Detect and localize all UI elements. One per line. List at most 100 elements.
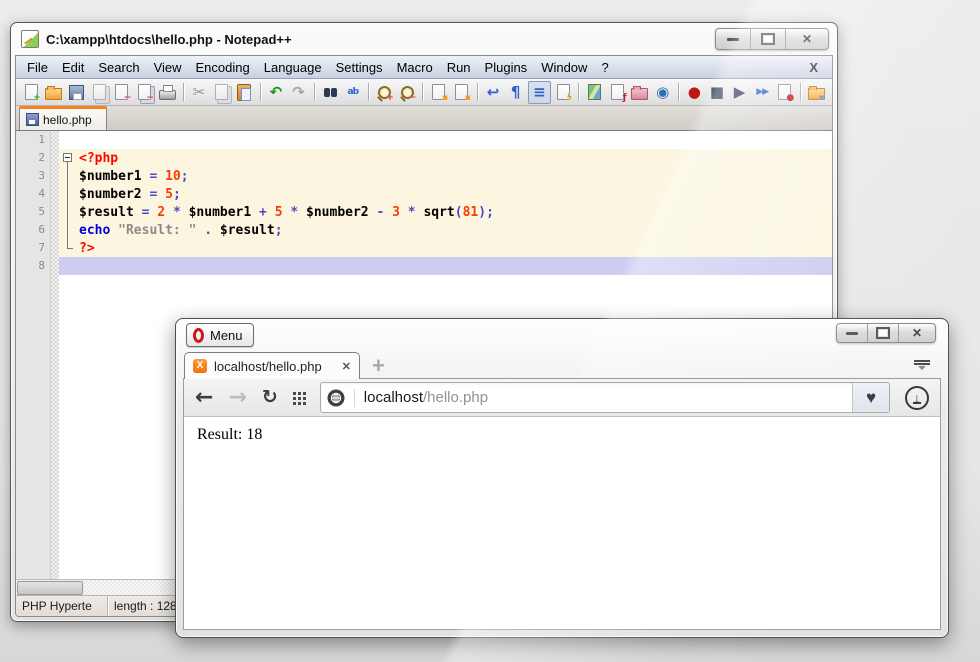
status-doc-type: PHP Hyperte — [16, 596, 108, 616]
paste-icon[interactable] — [234, 82, 255, 103]
desktop: C:\xampp\htdocs\hello.php - Notepad++ ✕ … — [0, 0, 980, 662]
back-button[interactable]: ← — [195, 387, 213, 409]
minimize-button[interactable] — [716, 29, 751, 49]
macro-save-icon[interactable]: ● — [775, 82, 796, 103]
address-bar[interactable]: localhost/hello.php ♥ — [320, 382, 890, 413]
redo-icon[interactable]: ↷ — [288, 82, 309, 103]
tab-menu-icon[interactable] — [913, 360, 931, 374]
menu-item-encoding[interactable]: Encoding — [189, 57, 257, 78]
minimize-button[interactable] — [837, 324, 868, 342]
folder-workspace-icon[interactable] — [630, 82, 651, 103]
code-line-8: 8 — [16, 257, 832, 275]
toolbar-separator — [183, 83, 184, 101]
opera-title-bar[interactable]: Menu ✕ — [176, 319, 948, 349]
new-tab-button[interactable]: + — [372, 357, 385, 375]
bookmark-cell[interactable] — [51, 203, 59, 221]
notepadpp-title-bar[interactable]: C:\xampp\htdocs\hello.php - Notepad++ ✕ — [11, 23, 837, 55]
fold-margin-cell — [59, 221, 77, 239]
sync-horizontal-scroll-icon[interactable]: ▪ — [451, 82, 472, 103]
page-content: Result: 18 — [183, 417, 941, 630]
macro-run-multiple-icon[interactable]: ▶▶ — [752, 82, 773, 103]
bookmark-cell[interactable] — [51, 239, 59, 257]
chevron-down-icon — [918, 366, 926, 374]
menu-item-plugins[interactable]: Plugins — [478, 57, 535, 78]
sync-vertical-scroll-icon[interactable]: ▪ — [428, 82, 449, 103]
menu-item-settings[interactable]: Settings — [329, 57, 390, 78]
bookmark-cell[interactable] — [51, 131, 59, 149]
close-button[interactable]: ✕ — [786, 29, 828, 49]
macro-play-icon[interactable]: ▶ — [729, 82, 750, 103]
code-text: echo "Result: " . $result; — [77, 221, 832, 239]
opera-menu-button[interactable]: Menu — [186, 323, 254, 347]
maximize-button[interactable] — [751, 29, 786, 49]
code-text: $number2 = 5; — [77, 185, 832, 203]
document-map-icon[interactable] — [584, 82, 605, 103]
tab-localhost-hello-php[interactable]: X localhost/hello.php ✕ — [184, 352, 360, 379]
menu-close-document-button[interactable]: X — [799, 57, 828, 78]
speed-dial-icon[interactable] — [293, 392, 305, 404]
close-all-docs-icon[interactable]: − — [134, 82, 155, 103]
print-icon[interactable] — [157, 82, 178, 103]
code-text: $number1 = 10; — [77, 167, 832, 185]
bookmark-cell[interactable] — [51, 257, 59, 275]
reload-button[interactable]: ↻ — [262, 388, 278, 407]
forward-button[interactable]: → — [228, 387, 246, 409]
macro-stop-icon[interactable]: ■ — [707, 82, 728, 103]
toolbar-separator — [477, 83, 478, 101]
fold-margin-cell — [59, 185, 77, 203]
close-button[interactable]: ✕ — [899, 324, 935, 342]
menu-item-help[interactable]: ? — [594, 57, 615, 78]
download-button[interactable]: ↓ — [905, 386, 929, 410]
menu-item-run[interactable]: Run — [440, 57, 478, 78]
cut-icon[interactable]: ✂ — [189, 82, 210, 103]
replace-icon[interactable]: ab — [342, 82, 363, 103]
menu-bar: FileEditSearchViewEncodingLanguageSettin… — [16, 56, 832, 79]
line-number: 6 — [16, 221, 51, 239]
new-file-icon[interactable]: + — [21, 82, 42, 103]
function-list-icon[interactable]: ƒ — [607, 82, 628, 103]
tab-hello-php[interactable]: hello.php — [19, 106, 107, 130]
toolbar-separator — [578, 83, 579, 101]
menu-item-window[interactable]: Window — [534, 57, 594, 78]
word-wrap-icon[interactable]: ↩ — [483, 82, 504, 103]
menu-item-language[interactable]: Language — [257, 57, 329, 78]
open-file-icon[interactable] — [44, 82, 65, 103]
save-all-icon[interactable] — [89, 82, 110, 103]
bookmark-heart-button[interactable]: ♥ — [852, 383, 889, 412]
menu-item-macro[interactable]: Macro — [390, 57, 440, 78]
menu-item-edit[interactable]: Edit — [55, 57, 91, 78]
bookmark-cell[interactable] — [51, 167, 59, 185]
find-icon[interactable] — [320, 82, 341, 103]
undo-icon[interactable]: ↶ — [266, 82, 287, 103]
show-symbols-icon[interactable]: ¶ — [505, 82, 526, 103]
menu-item-search[interactable]: Search — [91, 57, 146, 78]
bookmark-cell[interactable] — [51, 185, 59, 203]
menu-item-file[interactable]: File — [20, 57, 55, 78]
style-token-icon[interactable]: ϟ — [553, 82, 574, 103]
maximize-button[interactable] — [868, 324, 899, 342]
save-icon[interactable] — [66, 82, 87, 103]
tab-close-icon[interactable]: ✕ — [342, 360, 351, 373]
url-divider — [354, 389, 355, 407]
macro-record-icon[interactable]: ● — [684, 82, 705, 103]
recent-files-icon[interactable]: ∞ — [806, 82, 827, 103]
menu-item-view[interactable]: View — [147, 57, 189, 78]
indent-guide-icon[interactable]: ≡ — [528, 81, 551, 104]
fold-margin-cell — [59, 131, 77, 149]
fold-toggle-icon[interactable] — [59, 149, 77, 167]
scrollbar-thumb[interactable] — [17, 581, 83, 595]
bookmark-cell[interactable] — [51, 221, 59, 239]
zoom-out-icon[interactable]: − — [397, 82, 418, 103]
file-monitoring-icon[interactable]: ◉ — [652, 82, 673, 103]
line-number: 5 — [16, 203, 51, 221]
zoom-in-icon[interactable]: + — [374, 82, 395, 103]
opera-logo-icon — [193, 328, 204, 343]
close-doc-icon[interactable]: − — [112, 82, 133, 103]
url-host: localhost — [364, 389, 423, 406]
bookmark-cell[interactable] — [51, 149, 59, 167]
url-text[interactable]: localhost/hello.php — [364, 389, 488, 406]
browser-toolbar: ← → ↻ localhost/hello.php ♥ ↓ — [183, 378, 941, 417]
maximize-icon — [876, 327, 890, 339]
fold-margin-cell — [59, 203, 77, 221]
copy-icon[interactable] — [211, 82, 232, 103]
